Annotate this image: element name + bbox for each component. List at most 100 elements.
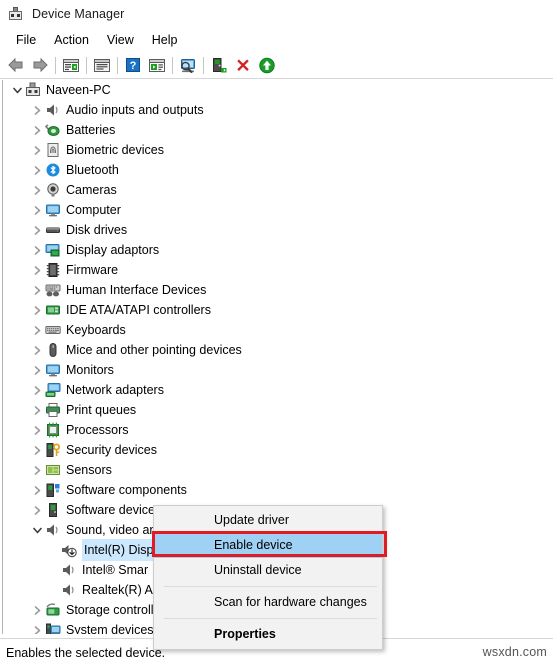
chevron-right-icon[interactable] <box>29 440 45 460</box>
keyboard-icon <box>45 322 61 338</box>
tree-item-monitors[interactable]: Monitors <box>3 360 553 380</box>
camera-icon <box>45 182 61 198</box>
tree-item-batteries[interactable]: Batteries <box>3 120 553 140</box>
tree-item-sensors[interactable]: Sensors <box>3 460 553 480</box>
chevron-down-icon[interactable] <box>29 520 45 540</box>
chevron-right-icon[interactable] <box>29 320 45 340</box>
chevron-right-icon[interactable] <box>29 340 45 360</box>
tree-item-computer[interactable]: Computer <box>3 200 553 220</box>
chevron-right-icon[interactable] <box>29 480 45 500</box>
speaker-icon <box>45 102 61 118</box>
tree-item-mice-and-other-pointing-devices[interactable]: Mice and other pointing devices <box>3 340 553 360</box>
speaker-icon <box>45 522 61 538</box>
watermark: wsxdn.com <box>482 645 547 659</box>
tree-item-label: Human Interface Devices <box>66 283 207 297</box>
chevron-right-icon[interactable] <box>29 240 45 260</box>
back-icon[interactable] <box>4 54 28 77</box>
show-hide-console-tree-icon[interactable] <box>59 54 83 77</box>
display-adapter-icon <box>45 242 61 258</box>
tree-item-label: Software devices <box>66 503 162 517</box>
context-menu-item-update-driver[interactable]: Update driver <box>154 508 382 533</box>
update-driver-icon[interactable] <box>207 54 231 77</box>
security-device-icon <box>45 442 61 458</box>
tree-item-label: Cameras <box>66 183 117 197</box>
forward-icon[interactable] <box>28 54 52 77</box>
tree-item-label: Naveen-PC <box>46 83 111 97</box>
context-menu-item-uninstall-device[interactable]: Uninstall device <box>154 558 382 583</box>
firmware-chip-icon <box>45 262 61 278</box>
chevron-down-icon[interactable] <box>9 80 25 100</box>
window-title: Device Manager <box>32 7 125 21</box>
software-component-icon <box>45 482 61 498</box>
system-device-icon <box>45 622 61 634</box>
chevron-right-icon[interactable] <box>29 280 45 300</box>
chevron-right-icon[interactable] <box>29 260 45 280</box>
tree-item-software-components[interactable]: Software components <box>3 480 553 500</box>
chevron-right-icon[interactable] <box>29 200 45 220</box>
chevron-right-icon[interactable] <box>29 420 45 440</box>
menu-help[interactable]: Help <box>143 31 187 49</box>
speaker-icon <box>61 562 77 578</box>
tree-item-label: Mice and other pointing devices <box>66 343 242 357</box>
help-icon[interactable]: ? <box>121 54 145 77</box>
chevron-right-icon[interactable] <box>29 300 45 320</box>
tree-item-label: Display adaptors <box>66 243 160 257</box>
context-menu-separator <box>164 586 377 587</box>
monitor-icon <box>45 362 61 378</box>
chevron-right-icon[interactable] <box>29 180 45 200</box>
menu-bar: File Action View Help <box>0 28 553 52</box>
properties-icon[interactable] <box>90 54 114 77</box>
tree-item-label: Firmware <box>66 263 119 277</box>
battery-icon <box>44 122 61 138</box>
chevron-right-icon[interactable] <box>29 600 45 620</box>
show-hide-action-pane-icon[interactable] <box>145 54 169 77</box>
context-menu-item-scan-for-hardware-changes[interactable]: Scan for hardware changes <box>154 590 382 615</box>
scan-for-hardware-changes-icon[interactable] <box>176 54 200 77</box>
tree-item-network-adapters[interactable]: Network adapters <box>3 380 553 400</box>
context-menu-item-enable-device[interactable]: Enable device <box>154 533 382 558</box>
sensor-icon <box>45 462 61 478</box>
context-menu[interactable]: Update driver Enable device Uninstall de… <box>153 505 383 650</box>
chevron-right-icon[interactable] <box>29 120 45 140</box>
chevron-right-icon[interactable] <box>29 160 45 180</box>
device-manager-window: Device Manager File Action View Help ? N… <box>0 0 553 666</box>
menu-action[interactable]: Action <box>45 31 98 49</box>
tree-item-print-queues[interactable]: Print queues <box>3 400 553 420</box>
tree-item-firmware[interactable]: Firmware <box>3 260 553 280</box>
chevron-right-icon[interactable] <box>29 380 45 400</box>
toolbar-separator <box>86 56 87 74</box>
chevron-right-icon[interactable] <box>29 100 45 120</box>
tree-item-processors[interactable]: Processors <box>3 420 553 440</box>
chevron-right-icon[interactable] <box>29 360 45 380</box>
tree-item-label: Biometric devices <box>66 143 164 157</box>
tree-item-security-devices[interactable]: Security devices <box>3 440 553 460</box>
tree-item-label: Software components <box>66 483 187 497</box>
enable-device-icon[interactable] <box>255 54 279 77</box>
chevron-right-icon[interactable] <box>29 620 45 634</box>
tree-item-disk-drives[interactable]: Disk drives <box>3 220 553 240</box>
software-device-icon <box>45 502 61 518</box>
tree-item-root[interactable]: Naveen-PC <box>3 80 553 100</box>
menu-view[interactable]: View <box>98 31 143 49</box>
chevron-right-icon[interactable] <box>29 140 45 160</box>
tree-item-display-adaptors[interactable]: Display adaptors <box>3 240 553 260</box>
menu-file[interactable]: File <box>7 31 45 49</box>
tree-item-label: Security devices <box>66 443 158 457</box>
tree-item-ide-ata-atapi-controllers[interactable]: IDE ATA/ATAPI controllers <box>3 300 553 320</box>
chevron-right-icon[interactable] <box>29 460 45 480</box>
tree-item-keyboards[interactable]: Keyboards <box>3 320 553 340</box>
chevron-right-icon[interactable] <box>29 400 45 420</box>
chevron-right-icon[interactable] <box>29 500 45 520</box>
network-adapter-icon <box>45 382 61 398</box>
chevron-right-icon[interactable] <box>29 220 45 240</box>
tree-item-bluetooth[interactable]: Bluetooth <box>3 160 553 180</box>
processor-icon <box>45 422 61 438</box>
tree-item-biometric-devices[interactable]: Biometric devices <box>3 140 553 160</box>
uninstall-device-icon[interactable] <box>231 54 255 77</box>
tree-item-cameras[interactable]: Cameras <box>3 180 553 200</box>
tree-item-label: Disk drives <box>66 223 128 237</box>
tree-item-human-interface-devices[interactable]: Human Interface Devices <box>3 280 553 300</box>
speaker-icon <box>61 582 77 598</box>
tree-item-audio-inputs-and-outputs[interactable]: Audio inputs and outputs <box>3 100 553 120</box>
context-menu-item-properties[interactable]: Properties <box>154 622 382 647</box>
